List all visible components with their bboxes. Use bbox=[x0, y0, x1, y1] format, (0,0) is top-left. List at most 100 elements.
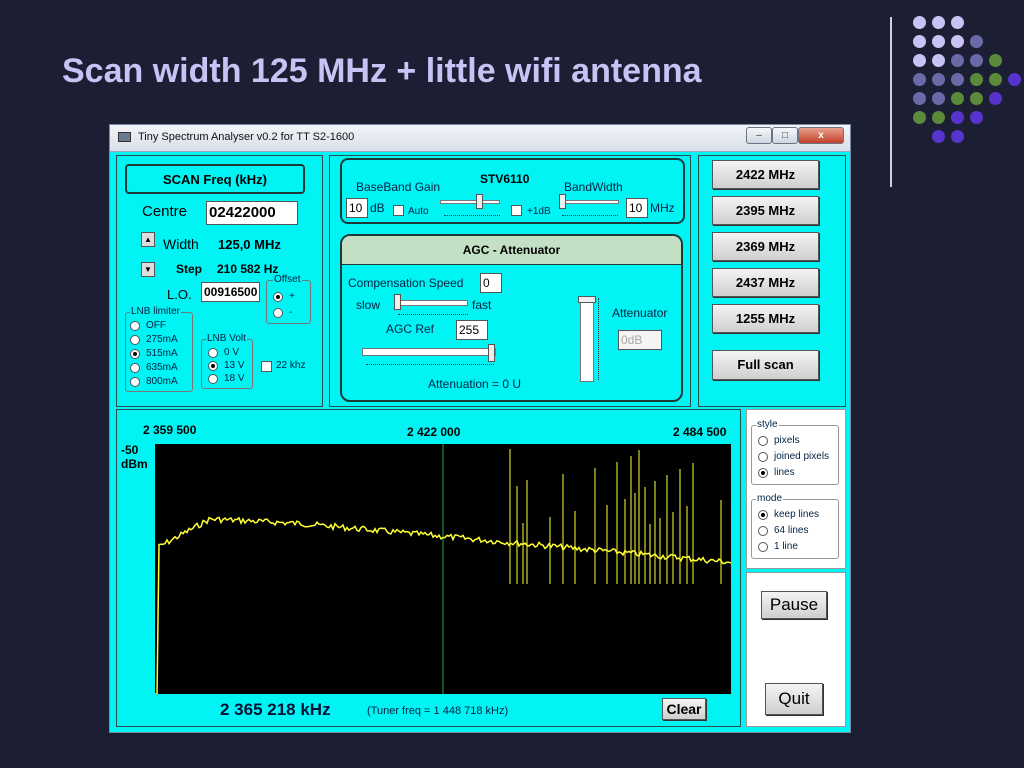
style-radio-2[interactable] bbox=[758, 468, 768, 478]
preset-button-1[interactable]: 2395 MHz bbox=[712, 196, 819, 225]
baseband-gain-input[interactable]: 10 bbox=[346, 198, 368, 218]
freq-left-label: 2 359 500 bbox=[143, 423, 197, 437]
decorative-dot bbox=[989, 54, 1002, 67]
width-down-button[interactable]: ▼ bbox=[141, 262, 155, 277]
agc-ref-input[interactable]: 255 bbox=[456, 320, 488, 340]
fast-label: fast bbox=[472, 298, 492, 312]
decorative-dot bbox=[970, 73, 983, 86]
y-label-unit: dBm bbox=[121, 457, 148, 471]
attenuator-ticks bbox=[598, 298, 602, 380]
close-button[interactable]: x bbox=[798, 127, 844, 144]
pause-button[interactable]: Pause bbox=[761, 591, 827, 619]
lnb-limiter-label-1: 275mA bbox=[146, 334, 178, 345]
lnb-limiter-radio-1[interactable] bbox=[130, 335, 140, 345]
step-label: Step bbox=[176, 262, 203, 276]
freq-center-label: 2 422 000 bbox=[407, 425, 461, 439]
agc-header: AGC - Attenuator bbox=[342, 236, 681, 265]
lnb-volt-title: LNB Volt bbox=[206, 333, 247, 344]
preset-button-2[interactable]: 2369 MHz bbox=[712, 232, 819, 261]
options-panel: style pixels joined pixels lines mode keep… bbox=[746, 409, 846, 569]
offset-plus-label: + bbox=[289, 291, 295, 302]
baseband-ticks bbox=[444, 215, 500, 219]
clear-button[interactable]: Clear bbox=[662, 698, 706, 720]
preset-button-4[interactable]: 1255 MHz bbox=[712, 304, 819, 333]
scan-panel: SCAN Freq (kHz) Centre 02422000 ▲ ▼ Widt… bbox=[116, 155, 323, 407]
lnb-volt-radio-1[interactable] bbox=[208, 361, 218, 371]
decorative-dot bbox=[951, 54, 964, 67]
spectrum-plot[interactable] bbox=[155, 444, 731, 694]
decorative-dot bbox=[913, 92, 926, 105]
centre-input[interactable]: 02422000 bbox=[206, 201, 298, 225]
lnb-limiter-label-0: OFF bbox=[146, 320, 166, 331]
window-titlebar[interactable]: Tiny Spectrum Analyser v0.2 for TT S2-16… bbox=[110, 125, 850, 152]
decorative-dot bbox=[932, 35, 945, 48]
decorative-dot bbox=[989, 92, 1002, 105]
plus1db-checkbox[interactable] bbox=[511, 205, 522, 216]
attenuation-readout: Attenuation = 0 U bbox=[428, 377, 522, 391]
app-icon bbox=[118, 132, 131, 142]
quit-button[interactable]: Quit bbox=[765, 683, 823, 715]
decorative-dot bbox=[932, 111, 945, 124]
lo-input[interactable]: 00916500 bbox=[201, 282, 260, 302]
baseband-db-unit: dB bbox=[370, 201, 385, 215]
attenuator-label: Attenuator bbox=[612, 306, 668, 320]
mode-radio-2[interactable] bbox=[758, 542, 768, 552]
comp-speed-thumb[interactable] bbox=[394, 294, 401, 310]
mode-title: mode bbox=[756, 493, 784, 504]
lnb-limiter-radio-4[interactable] bbox=[130, 377, 140, 387]
agc-ref-slider[interactable] bbox=[362, 348, 496, 356]
agc-ref-label: AGC Ref bbox=[386, 322, 435, 336]
mode-radio-0[interactable] bbox=[758, 510, 768, 520]
bandwidth-thumb[interactable] bbox=[559, 194, 566, 209]
attenuator-slider[interactable] bbox=[580, 296, 594, 382]
full-scan-button[interactable]: Full scan bbox=[712, 350, 819, 380]
offset-minus-radio[interactable] bbox=[273, 308, 283, 318]
bandwidth-input[interactable]: 10 bbox=[626, 198, 648, 218]
offset-plus-radio[interactable] bbox=[273, 292, 283, 302]
auto-checkbox[interactable] bbox=[393, 205, 404, 216]
attenuator-thumb[interactable] bbox=[578, 296, 596, 303]
preset-button-0[interactable]: 2422 MHz bbox=[712, 160, 819, 189]
decorative-dot bbox=[970, 92, 983, 105]
lnb-limiter-radio-2[interactable] bbox=[130, 349, 140, 359]
baseband-gain-slider[interactable] bbox=[440, 200, 500, 204]
bandwidth-ticks bbox=[562, 215, 618, 219]
stv-title: STV6110 bbox=[480, 172, 530, 186]
tuner-panel: STV6110 BaseBand Gain 10 dB Auto +1dB Ba… bbox=[329, 155, 691, 407]
decorative-dot bbox=[913, 35, 926, 48]
decorative-dot bbox=[1008, 73, 1021, 86]
width-up-button[interactable]: ▲ bbox=[141, 232, 155, 247]
auto-label: Auto bbox=[408, 206, 429, 217]
lnb-limiter-title: LNB limiter bbox=[130, 306, 181, 317]
baseband-gain-thumb[interactable] bbox=[476, 194, 483, 209]
plus1db-label: +1dB bbox=[527, 206, 551, 217]
comp-speed-slider[interactable] bbox=[394, 300, 468, 306]
maximize-button[interactable]: □ bbox=[772, 127, 798, 144]
style-radio-0[interactable] bbox=[758, 436, 768, 446]
style-label-2: lines bbox=[774, 467, 795, 478]
decorative-dot bbox=[913, 16, 926, 29]
lnb-limiter-radio-3[interactable] bbox=[130, 363, 140, 373]
lnb-volt-radio-0[interactable] bbox=[208, 348, 218, 358]
bandwidth-label: BandWidth bbox=[564, 180, 623, 194]
decorative-dot bbox=[932, 16, 945, 29]
comp-speed-input[interactable]: 0 bbox=[480, 273, 502, 293]
lnb-volt-radio-2[interactable] bbox=[208, 374, 218, 384]
frequency-readout: 2 365 218 kHz bbox=[220, 700, 331, 719]
lnb-limiter-radio-0[interactable] bbox=[130, 321, 140, 331]
bandwidth-slider[interactable] bbox=[559, 200, 619, 204]
decorative-dot bbox=[951, 35, 964, 48]
step-value: 210 582 Hz bbox=[217, 262, 279, 276]
offset-group: Offset + - bbox=[266, 274, 311, 324]
width-value: 125,0 MHz bbox=[218, 237, 281, 252]
presets-panel: 2422 MHz 2395 MHz 2369 MHz 2437 MHz 1255 MHz… bbox=[698, 155, 846, 407]
mode-radio-1[interactable] bbox=[758, 526, 768, 536]
slide-title: Scan width 125 MHz + little wifi antenna bbox=[62, 52, 702, 90]
style-label-1: joined pixels bbox=[774, 451, 830, 462]
minimize-button[interactable]: – bbox=[746, 127, 772, 144]
style-radio-1[interactable] bbox=[758, 452, 768, 462]
khz22-checkbox[interactable] bbox=[261, 361, 272, 372]
decorative-dot bbox=[951, 92, 964, 105]
preset-button-3[interactable]: 2437 MHz bbox=[712, 268, 819, 297]
agc-ref-thumb[interactable] bbox=[488, 344, 495, 362]
